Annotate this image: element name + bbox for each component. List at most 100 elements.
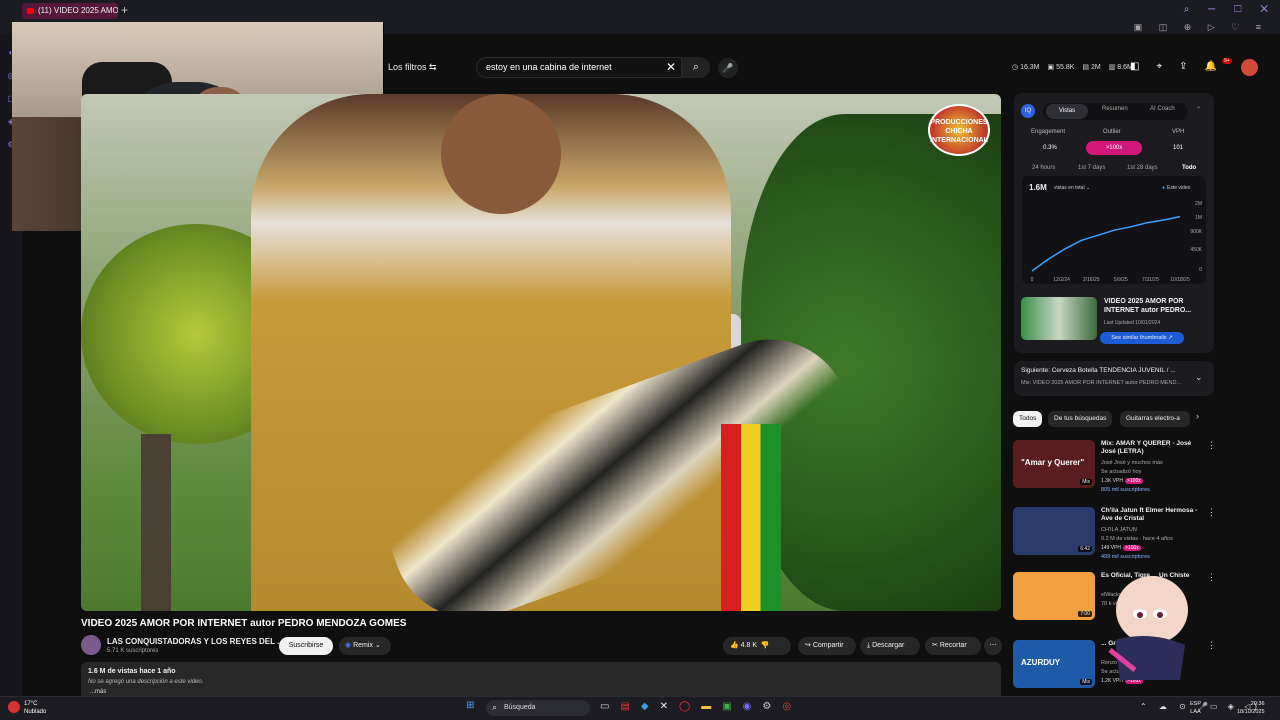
youtube-icon xyxy=(27,8,34,14)
more-actions-button[interactable]: ⋯ xyxy=(984,637,1002,655)
similar-updated: Last Updated 10/01/2024 xyxy=(1104,320,1161,326)
new-tab-button[interactable]: + xyxy=(121,3,128,17)
thumbs-up-icon: 👍 xyxy=(730,642,739,649)
system-tray[interactable]: ⌃ ☁ ⊙ 🎤 xyxy=(1140,702,1213,711)
browser-toolbar-icons[interactable]: ▣ ◫ ⊕ ▷ ♡ ≡ xyxy=(1134,22,1268,33)
chip-guitarras[interactable]: Guitarras electro-a xyxy=(1120,411,1190,427)
search-button[interactable]: ⌕ xyxy=(682,57,710,78)
filters-button[interactable]: Los filtros ⇆ xyxy=(388,62,437,73)
rec-title[interactable]: Mix: AMAR Y QUERER - José José (LETRA) xyxy=(1101,440,1201,456)
rec-channel: CH'ILA JATUN xyxy=(1101,527,1137,533)
taskbar-search[interactable]: Búsqueda xyxy=(486,700,590,716)
see-similar-thumbnails-button[interactable]: See similar thumbnails ↗ xyxy=(1100,332,1184,344)
rec-menu-icon[interactable]: ⋮ xyxy=(1207,640,1216,651)
app-steam-icon[interactable]: ⚙ xyxy=(762,701,771,712)
app-capcut-icon[interactable]: ✕ xyxy=(660,701,668,712)
metric-engagement-label: Engagement xyxy=(1031,129,1066,135)
windows-start-icon[interactable]: ⊞ xyxy=(466,700,474,711)
range-all[interactable]: Todo xyxy=(1182,165,1196,171)
rec-thumbnail[interactable]: 6:42 xyxy=(1013,507,1095,555)
subscribe-button[interactable]: Suscribirse xyxy=(279,637,333,655)
microphone-icon: 🎤 xyxy=(722,63,734,73)
similar-thumbnail[interactable] xyxy=(1021,297,1097,340)
range-28d[interactable]: 1st 28 days xyxy=(1127,165,1158,171)
upload-icon[interactable]: ⇪ xyxy=(1179,61,1187,72)
app-discord-icon[interactable]: ◉ xyxy=(743,701,752,712)
rec-thumbnail[interactable]: AZURDUY Mix xyxy=(1013,640,1095,688)
folder-icon[interactable]: ▬ xyxy=(701,701,711,712)
rec-menu-icon[interactable]: ⋮ xyxy=(1207,572,1216,583)
task-view-icon[interactable]: ▭ xyxy=(600,701,609,712)
chevron-right-icon[interactable]: › xyxy=(1196,411,1199,421)
rec-duration-badge: 6:42 xyxy=(1078,546,1092,552)
description-text: No se agregó una descripción a este vide… xyxy=(88,679,204,685)
channel-stats: ◷ 16.3M ▣ 55.8K ▤ 2M ▥ 8.6M xyxy=(1012,63,1133,71)
tab-ai-coach[interactable]: AI Coach xyxy=(1150,106,1175,112)
tab-vistas[interactable]: Vistas xyxy=(1046,104,1088,119)
video-player[interactable]: PRODUCCIONES CHICHA INTERNACIONAL xyxy=(81,94,1001,611)
chip-busquedas[interactable]: De tus búsquedas xyxy=(1048,411,1113,427)
rec-vph-value: 1.3K VPH xyxy=(1101,478,1123,484)
bell-icon[interactable]: 🔔 xyxy=(1204,61,1216,72)
stat-subs: ▤ 2M xyxy=(1082,64,1101,71)
rec-thumbnail[interactable]: "Amar y Querer" Mix xyxy=(1013,440,1095,488)
remix-button[interactable]: ◉ Remix ⌄ xyxy=(339,637,391,655)
app-opera-icon[interactable]: ◯ xyxy=(679,701,690,712)
video-flag xyxy=(721,424,781,611)
search-icon: ⌕ xyxy=(492,702,498,712)
rec-duration-badge: Mix xyxy=(1080,679,1092,685)
channel-avatar[interactable] xyxy=(81,635,101,655)
thumbs-down-icon[interactable]: 👎 xyxy=(761,642,770,649)
download-button[interactable]: ⤓ Descargar xyxy=(860,637,920,655)
user-avatar[interactable] xyxy=(1241,59,1258,76)
series-line-este-video xyxy=(1031,215,1181,272)
clock-date: 18/10/2025 xyxy=(1237,709,1265,715)
channel-name[interactable]: LAS CONQUISTADORAS Y LOS REYES DEL ... xyxy=(107,637,284,646)
video-tree-trunk xyxy=(141,434,171,611)
header-icons[interactable]: ◧ ⌖ ⇪ 🔔 xyxy=(1130,61,1217,72)
range-24h[interactable]: 24 hours xyxy=(1032,165,1055,171)
taskbar-clock[interactable]: 20:36 18/10/2025 xyxy=(1237,700,1265,716)
search-icon: ⌕ xyxy=(692,61,700,73)
weather-temp: 17°C xyxy=(24,701,38,707)
share-button[interactable]: ↪ Compartir xyxy=(798,637,856,655)
stat-views: ◷ 16.3M xyxy=(1012,64,1040,71)
chart-legend: Este video xyxy=(1162,185,1190,191)
trim-button[interactable]: ✂ Recortar xyxy=(925,637,981,655)
rec-thumbnail[interactable]: 7:00 xyxy=(1013,572,1095,620)
download-icon: ⤓ xyxy=(867,642,871,649)
language-indicator[interactable]: ESP LAA xyxy=(1190,700,1201,716)
rec-vph: 149 VPH >100x xyxy=(1101,545,1141,551)
x-tick-label: 10/18/25 xyxy=(1170,277,1190,283)
like-button[interactable]: 👍 4.8 K 👎 xyxy=(723,637,791,655)
rec-title[interactable]: Ch'ila Jatun ft Elmer Hermosa - Ave de C… xyxy=(1101,507,1201,523)
window-controls[interactable]: ⌕ ─ ☐ ✕ xyxy=(1184,4,1276,15)
chevron-down-icon[interactable]: ⌄ xyxy=(1195,372,1203,383)
search-input[interactable] xyxy=(486,62,656,72)
views-line-chart: 0 12/2/24 2/16/25 5/9/25 7/31/25 10/18/25 0 450… xyxy=(1031,201,1203,283)
scissors-icon: ✂ xyxy=(932,642,938,649)
description-box[interactable] xyxy=(81,662,1001,700)
rec-vph: 1.3K VPH >100x xyxy=(1101,478,1143,484)
app-vscode-icon[interactable]: ◆ xyxy=(641,701,649,712)
app-news-icon[interactable]: ▤ xyxy=(620,701,629,712)
chart-metric-select[interactable]: vistas en total ⌄ xyxy=(1054,185,1090,191)
app-chrome-icon[interactable]: ◎ xyxy=(782,701,791,712)
weather-widget[interactable]: 17°C Nublado xyxy=(24,700,46,716)
x-tick-label: 12/2/24 xyxy=(1053,277,1070,283)
rec-menu-icon[interactable]: ⋮ xyxy=(1207,507,1216,518)
range-7d[interactable]: 1st 7 days xyxy=(1078,165,1105,171)
pin-icon[interactable]: ⌖ xyxy=(1156,61,1162,72)
metric-outlier-value: >100x xyxy=(1086,141,1142,155)
rec-menu-icon[interactable]: ⋮ xyxy=(1207,440,1216,451)
chip-todos[interactable]: Todos xyxy=(1013,411,1043,427)
collapse-icon[interactable]: ⌃ xyxy=(1196,106,1201,113)
mic-button[interactable]: 🎤 xyxy=(718,58,738,78)
app-xbox-icon[interactable]: ▣ xyxy=(722,701,731,712)
tab-resumen[interactable]: Resumen xyxy=(1102,106,1128,112)
close-icon[interactable]: ✕ xyxy=(666,60,676,74)
browser-tab[interactable]: (11) VIDEO 2025 AMOR PO xyxy=(22,3,118,19)
extension-icon[interactable]: ◧ xyxy=(1130,61,1139,72)
rec-channel: José José y muchos más xyxy=(1101,460,1163,466)
show-more-link[interactable]: ...más xyxy=(90,689,106,695)
